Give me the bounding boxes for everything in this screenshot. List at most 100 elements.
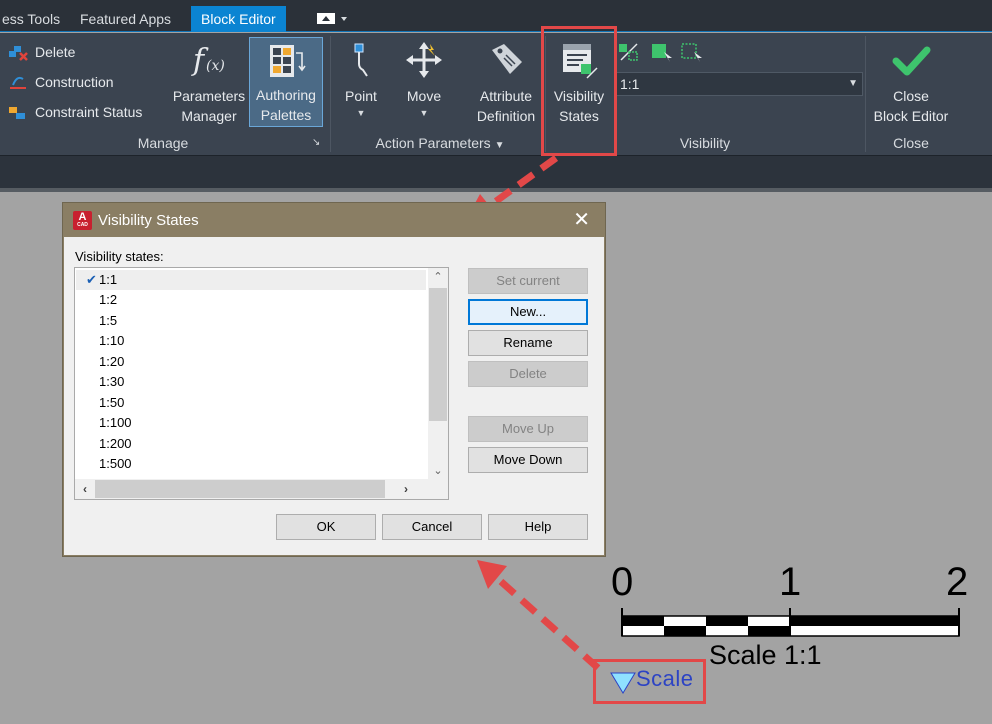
constraint-status-label: Constraint Status <box>35 104 143 120</box>
constraint-status-icon <box>9 107 25 119</box>
parameters-manager-label-1: Parameters <box>172 88 246 104</box>
visibility-states-dialog: A CAD Visibility States ✕ Visibility sta… <box>63 203 605 556</box>
autocad-app-icon: A CAD <box>73 211 92 230</box>
help-button[interactable]: Help <box>488 514 588 540</box>
move-up-button[interactable]: Move Up <box>468 416 588 442</box>
list-item[interactable]: 1:100 <box>76 413 426 433</box>
point-dropdown-icon[interactable]: ▼ <box>357 108 366 118</box>
action-parameters-panel-label: Action Parameters ▼ <box>334 133 546 153</box>
visibility-state-value: 1:1 <box>620 76 640 92</box>
scale-tick-label: 1 <box>779 560 802 604</box>
construction-label: Construction <box>35 74 114 90</box>
parameters-manager-label-2: Manager <box>181 108 237 124</box>
dialog-titlebar[interactable]: A CAD Visibility States ✕ <box>64 204 604 237</box>
list-item[interactable]: 1:2 <box>76 290 426 310</box>
authoring-palettes-label-2: Palettes <box>260 107 312 123</box>
tab-block-editor[interactable]: Block Editor <box>191 6 286 32</box>
scroll-corner <box>428 479 448 499</box>
new-button[interactable]: New... <box>468 299 588 325</box>
vertical-scrollbar[interactable]: ⌃ ⌄ <box>428 268 448 480</box>
parameters-manager-button[interactable]: f (x) Parameters Manager <box>170 38 248 130</box>
chevron-down-icon: ▼ <box>848 78 858 89</box>
manage-panel-label: Manage <box>137 135 189 151</box>
list-item[interactable]: 1:20 <box>76 352 426 372</box>
move-action-button[interactable]: Move ▼ <box>398 38 450 128</box>
visibility-states-highlight <box>541 26 617 156</box>
point-parameter-button[interactable]: Point ▼ <box>337 38 385 128</box>
move-action-icon <box>406 42 442 78</box>
rename-button[interactable]: Rename <box>468 330 588 356</box>
list-item-label: 1:5 <box>99 313 118 328</box>
list-item-label: 1:30 <box>99 374 125 389</box>
point-label: Point <box>345 88 377 104</box>
visibility-state-select[interactable]: 1:1 ▼ <box>615 72 863 96</box>
scroll-left-icon[interactable]: ‹ <box>75 479 95 499</box>
scroll-down-icon[interactable]: ⌄ <box>428 462 448 480</box>
point-parameter-icon <box>354 43 368 77</box>
authoring-palettes-button[interactable]: Authoring Palettes <box>249 37 323 127</box>
visibility-mode-icon[interactable] <box>617 42 639 62</box>
move-down-button[interactable]: Move Down <box>468 447 588 473</box>
list-item[interactable]: ✔ 1:1 <box>76 270 426 290</box>
manage-dialog-launcher-icon[interactable]: ↘ <box>312 137 320 148</box>
scale-label: Scale 1:1 <box>709 640 822 670</box>
checkmark-icon <box>892 46 931 76</box>
visibility-grip-icon[interactable] <box>610 672 636 694</box>
scroll-up-icon[interactable]: ⌃ <box>428 268 448 286</box>
make-visible-icon[interactable] <box>650 42 674 62</box>
list-item-label: 1:10 <box>99 333 125 348</box>
list-item-label: 1:500 <box>99 456 132 471</box>
panel-separator <box>330 36 331 152</box>
set-current-button[interactable]: Set current <box>468 268 588 294</box>
close-block-editor-button[interactable]: Close Block Editor <box>866 38 956 128</box>
ok-button[interactable]: OK <box>276 514 376 540</box>
move-dropdown-icon[interactable]: ▼ <box>420 108 429 118</box>
app-icon-sub: CAD <box>77 222 88 228</box>
action-parameters-dropdown-icon[interactable]: ▼ <box>495 140 505 151</box>
close-block-editor-label-1: Close <box>893 88 929 104</box>
list-item[interactable]: 1:200 <box>76 434 426 454</box>
authoring-palettes-label-1: Authoring <box>256 87 316 103</box>
list-item[interactable]: 1:10 <box>76 331 426 351</box>
cancel-button[interactable]: Cancel <box>382 514 482 540</box>
visibility-states-list[interactable]: ✔ 1:1 1:2 1:5 1:10 1:20 1:30 1:50 1:100 … <box>74 267 449 500</box>
horizontal-scrollbar[interactable]: ‹ › <box>75 479 428 499</box>
scroll-right-icon[interactable]: › <box>396 479 416 499</box>
move-label: Move <box>406 88 442 104</box>
list-item[interactable]: 1:50 <box>76 393 426 413</box>
tab-express-tools[interactable]: ess Tools <box>0 6 62 32</box>
delete-label: Delete <box>35 44 76 60</box>
tab-overflow-icon[interactable] <box>317 12 351 26</box>
scale-visibility-parameter[interactable]: Scale <box>593 659 706 704</box>
current-state-check-icon: ✔ <box>86 272 97 287</box>
close-icon[interactable]: ✕ <box>573 204 590 237</box>
tab-featured-apps[interactable]: Featured Apps <box>78 6 173 32</box>
list-item-label: 1:50 <box>99 395 125 410</box>
authoring-palettes-icon <box>270 45 306 77</box>
delete-parameter-icon <box>9 46 28 61</box>
list-item-label: 1:200 <box>99 436 132 451</box>
action-parameters-label: Action Parameters <box>375 135 491 151</box>
attribute-definition-button[interactable]: Attribute Definition <box>470 38 542 128</box>
list-item[interactable]: 1:500 <box>76 454 426 474</box>
attribute-definition-label-2: Definition <box>476 108 536 124</box>
arrow-from-scale <box>477 560 601 671</box>
list-item[interactable]: 1:5 <box>76 311 426 331</box>
attribute-tag-icon <box>492 44 522 74</box>
scale-tick-label: 0 <box>611 560 634 604</box>
close-block-editor-label-2: Block Editor <box>873 108 949 124</box>
construction-icon <box>10 76 26 89</box>
ribbon-lower-strip <box>0 155 992 188</box>
visibility-states-list-label: Visibility states: <box>75 249 164 264</box>
make-invisible-icon[interactable] <box>680 42 704 62</box>
delete-state-button[interactable]: Delete <box>468 361 588 387</box>
scale-bar-graphic <box>621 608 960 637</box>
list-item[interactable]: 1:30 <box>76 372 426 392</box>
close-panel-label: Close <box>893 135 929 151</box>
list-item-label: 1:2 <box>99 292 118 307</box>
vertical-scroll-thumb[interactable] <box>429 288 447 421</box>
scale-parameter-label: Scale <box>636 666 694 691</box>
list-item-label: 1:100 <box>99 415 132 430</box>
horizontal-scroll-thumb[interactable] <box>95 480 385 498</box>
svg-text:(x): (x) <box>206 58 225 74</box>
